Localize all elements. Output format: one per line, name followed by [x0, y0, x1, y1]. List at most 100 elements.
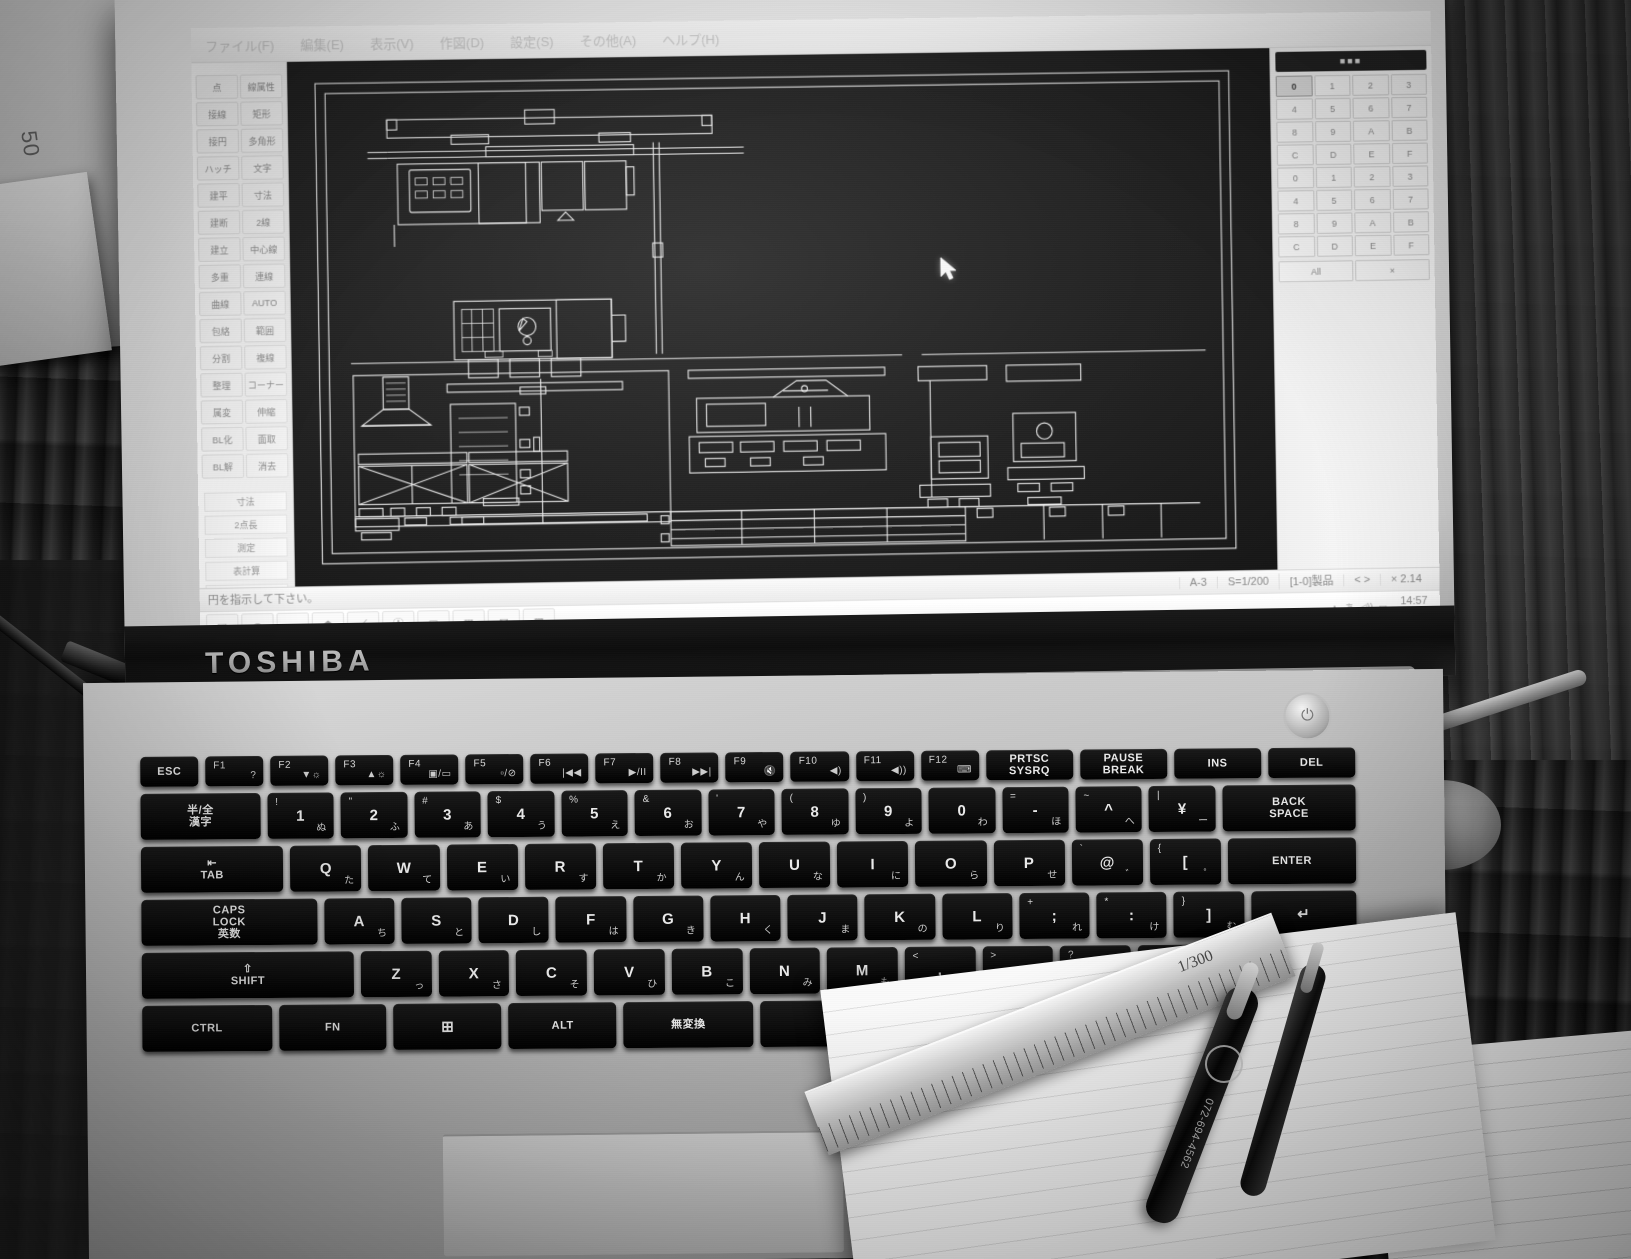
layer-button[interactable]: 7 [1390, 96, 1428, 119]
tool-button[interactable]: 面取 [245, 426, 289, 451]
key-[[interactable]: {[゜ [1149, 838, 1222, 886]
key-a[interactable]: Aち [323, 897, 395, 945]
menu-item-settings[interactable]: 設定(S) [510, 31, 554, 51]
layer-button[interactable]: 3 [1391, 165, 1429, 187]
key-fn[interactable]: FN [278, 1004, 387, 1051]
layer-button[interactable]: 9 [1314, 120, 1352, 143]
key-無変換[interactable]: 無変換 [623, 1001, 754, 1049]
tool-button[interactable]: 点 [195, 74, 239, 100]
layer-button[interactable]: 1 [1313, 74, 1351, 97]
key-r[interactable]: Rす [524, 843, 597, 890]
key-f1[interactable]: F1? [205, 755, 264, 787]
key-半/全-漢字[interactable]: 半/全 漢字 [140, 793, 261, 840]
key--[interactable]: = - ほ [1001, 786, 1069, 834]
key-z[interactable]: Zっ [360, 950, 432, 998]
key-f6[interactable]: F6 |◀◀ [530, 753, 589, 784]
layer-button[interactable]: 0 [1275, 75, 1313, 97]
tool-button[interactable]: 文字 [241, 155, 284, 180]
tool-button[interactable]: 建立 [198, 237, 241, 262]
key-g[interactable]: Gき [632, 895, 704, 943]
layer-button[interactable]: B [1392, 211, 1430, 233]
key-y[interactable]: Yん [680, 842, 753, 889]
key-⇤-tab[interactable]: ⇤ TAB [140, 845, 284, 893]
key-c[interactable]: Cそ [516, 949, 588, 997]
layer-button[interactable]: 6 [1352, 97, 1390, 119]
key-l[interactable]: Lり [941, 893, 1013, 940]
layer-button[interactable]: F [1392, 234, 1430, 256]
key-enter[interactable]: ENTER [1227, 837, 1357, 885]
menu-item-help[interactable]: ヘルプ(H) [662, 28, 719, 48]
status-paper-size[interactable]: A-3 [1178, 576, 1217, 590]
key-esc[interactable]: ESC [140, 756, 199, 787]
layer-button[interactable]: 0 [1277, 167, 1314, 189]
key-del[interactable]: DEL [1267, 747, 1356, 779]
tool-button[interactable]: 建断 [197, 210, 241, 235]
measure-tool-item[interactable]: 表計算 [205, 560, 289, 582]
tool-button[interactable]: 範囲 [243, 317, 287, 343]
key-d[interactable]: Dし [478, 896, 549, 944]
measure-tool-item[interactable]: 寸法 [204, 491, 287, 512]
key-ctrl[interactable]: CTRL [142, 1004, 272, 1052]
tool-button[interactable]: 消去 [245, 453, 289, 478]
layer-button[interactable]: C [1278, 235, 1315, 258]
key-caps-lock-英数[interactable]: CAPS LOCK 英数 [141, 898, 318, 946]
key-back-space[interactable]: BACK SPACE [1222, 784, 1356, 832]
layer-button[interactable]: E [1354, 234, 1392, 257]
layer-button[interactable]: 6 [1353, 188, 1391, 211]
tool-button[interactable]: 接線 [195, 101, 239, 127]
key-2[interactable]: " 2 ふ [340, 791, 408, 839]
tool-button[interactable]: BL解 [201, 453, 245, 479]
tool-button[interactable]: 中心線 [242, 236, 286, 262]
menu-item-other[interactable]: その他(A) [580, 29, 637, 49]
tool-button[interactable]: 接円 [196, 128, 240, 154]
key-6[interactable]: & 6 お [634, 789, 702, 837]
key-v[interactable]: Vひ [593, 948, 665, 996]
key-f8[interactable]: F8 ▶▶| [660, 752, 719, 783]
layer-button[interactable]: E [1353, 143, 1390, 165]
key-b[interactable]: Bこ [671, 948, 743, 995]
key-7[interactable]: ' 7 や [708, 788, 775, 836]
tool-button[interactable]: AUTO [243, 290, 286, 316]
key-w[interactable]: Wて [368, 844, 440, 892]
layer-button[interactable]: C [1276, 144, 1314, 166]
layer-button[interactable]: 4 [1277, 190, 1315, 212]
layer-button[interactable]: 2 [1352, 74, 1389, 96]
key-n[interactable]: Nみ [749, 947, 821, 995]
status-layer[interactable]: [1-0]製品 [1278, 572, 1344, 590]
layer-button[interactable]: 5 [1314, 97, 1351, 120]
key-9[interactable]: ) 9 よ [854, 787, 922, 835]
tool-button[interactable]: 2線 [241, 209, 285, 235]
tool-button[interactable]: 整理 [200, 372, 243, 398]
layer-button[interactable]: 5 [1315, 189, 1353, 211]
tool-button[interactable]: 連線 [242, 263, 286, 289]
key-k[interactable]: Kの [864, 893, 936, 941]
key-f5[interactable]: F5 ▫/⊘ [465, 753, 524, 785]
key-;[interactable]: +; れ [1019, 892, 1090, 940]
tool-button[interactable]: コーナー [244, 371, 288, 397]
menu-item-draw[interactable]: 作図(D) [440, 32, 485, 52]
tool-button[interactable]: 多重 [198, 264, 242, 290]
tool-button[interactable]: 伸縮 [244, 399, 288, 424]
key-i[interactable]: Iに [837, 840, 909, 888]
layer-button[interactable]: 4 [1275, 98, 1313, 120]
tool-button[interactable]: 矩形 [240, 101, 283, 126]
layer-button[interactable]: 2 [1353, 166, 1391, 188]
key-f2[interactable]: F2 ▼☼ [270, 755, 329, 786]
key-f11[interactable]: F11 ◀)) [855, 750, 914, 782]
key-f12[interactable]: F12 ⌨ [920, 750, 979, 781]
key-@[interactable]: ` @ ゛ [1071, 839, 1144, 886]
layer-button[interactable]: B [1391, 119, 1428, 142]
key-x[interactable]: Xさ [438, 950, 510, 997]
menu-item-edit[interactable]: 編集(E) [300, 34, 344, 54]
key-1[interactable]: ! 1 ぬ [267, 792, 334, 839]
key-o[interactable]: Oら [915, 840, 987, 887]
tool-button[interactable]: 寸法 [241, 182, 285, 208]
key-f10[interactable]: F10 ◀) [790, 751, 849, 782]
cad-canvas-area[interactable] [286, 48, 1278, 587]
layer-button[interactable]: D [1314, 143, 1352, 166]
layer-button[interactable]: A [1354, 211, 1391, 234]
key-5[interactable]: % 5 え [561, 790, 628, 837]
layer-button[interactable]: 7 [1392, 188, 1429, 210]
tool-button[interactable]: 建平 [197, 183, 240, 208]
key-¥[interactable]: | ¥ ー [1148, 785, 1216, 833]
